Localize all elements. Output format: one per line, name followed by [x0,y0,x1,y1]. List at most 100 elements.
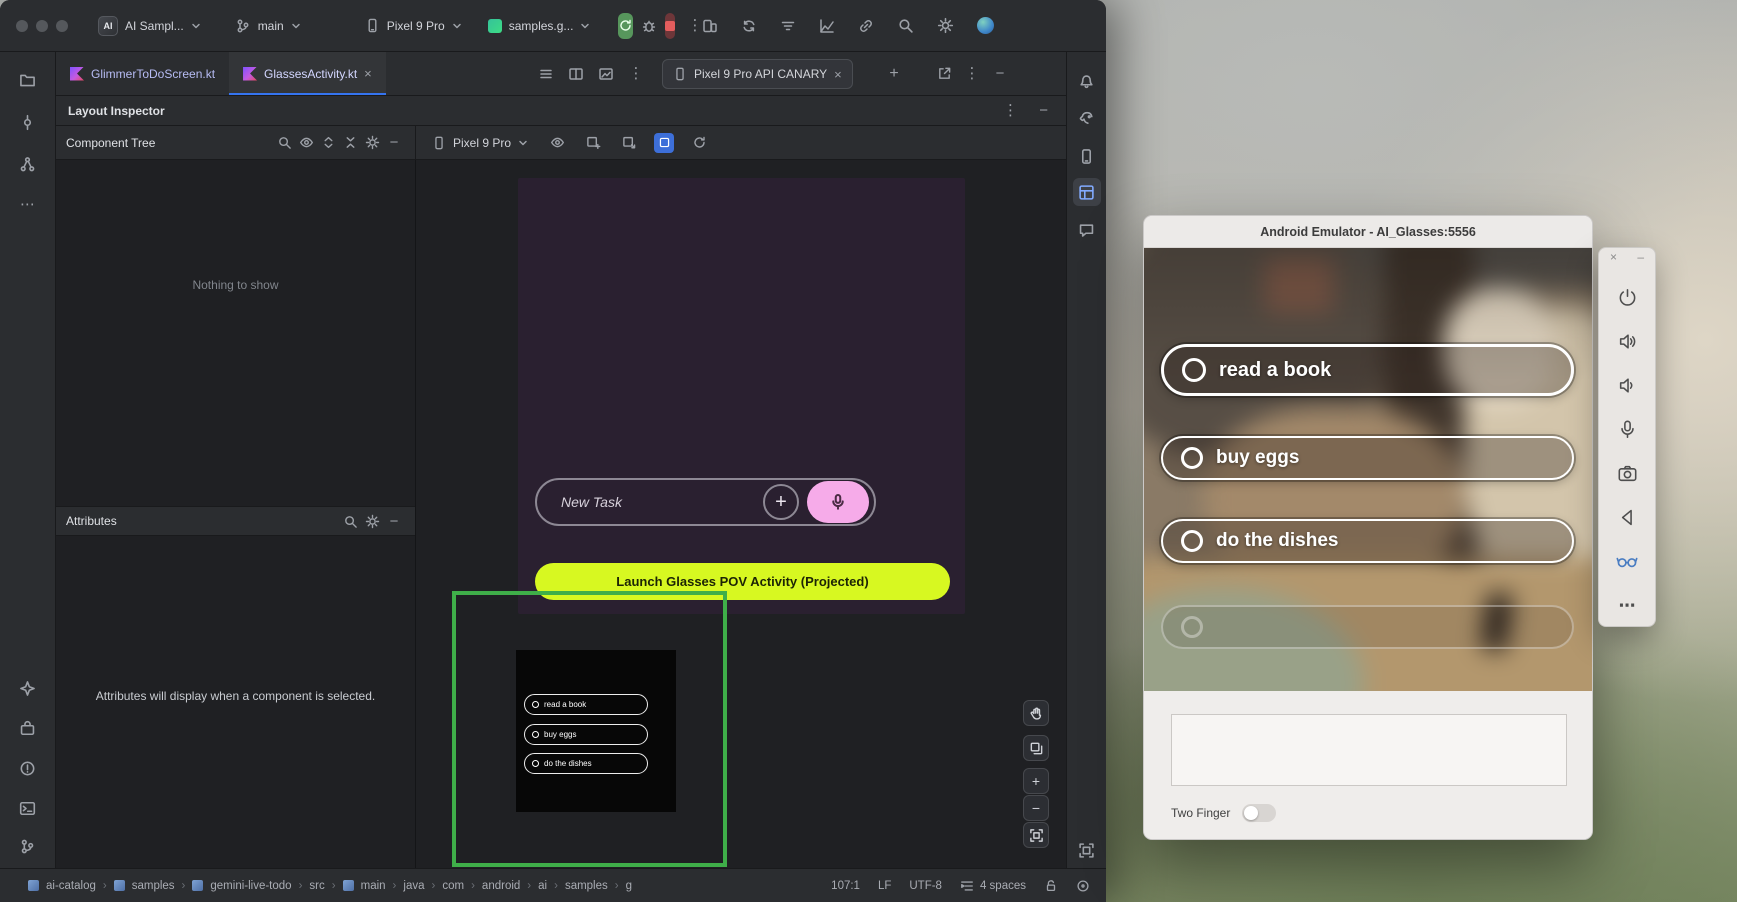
tab-glassesactivity[interactable]: GlassesActivity.kt × [229,52,386,95]
sidebar-item-commit[interactable] [14,108,42,136]
volume-up-button[interactable] [1614,328,1640,354]
profiler-icon[interactable] [819,18,835,34]
project-widget[interactable]: AI AI Sampl... [92,12,207,40]
search-icon[interactable] [897,17,914,34]
expand-all-button[interactable] [317,132,339,154]
attributes-hide-button[interactable]: − [383,510,405,532]
breadcrumb-item[interactable]: java [403,880,424,892]
traffic-light-close[interactable] [16,20,28,32]
radio-icon[interactable] [1181,530,1203,552]
microphone-button[interactable] [1614,416,1640,442]
running-devices-tab[interactable]: Pixel 9 Pro API CANARY × [662,59,853,89]
device-selector-widget[interactable]: Pixel 9 Pro [359,14,468,37]
breadcrumb-item[interactable]: samples [565,880,608,892]
task-item[interactable]: do the dishes [1161,519,1574,563]
inspection-status-icon[interactable] [1076,879,1090,893]
breadcrumb-item[interactable]: ai-catalog [46,880,96,892]
file-encoding[interactable]: UTF-8 [909,880,942,892]
indent-widget[interactable]: 4 spaces [960,879,1026,893]
view-options-button[interactable] [546,132,568,154]
refresh-button[interactable] [688,132,710,154]
volume-down-button[interactable] [1614,372,1640,398]
breadcrumb-item[interactable]: gemini-live-todo [210,880,291,892]
camera-button[interactable] [1614,460,1640,486]
tree-hide-button[interactable]: − [383,132,405,154]
sidebar-item-more[interactable]: ⋯ [14,190,42,218]
sidebar-item-notifications[interactable] [1073,66,1101,94]
breadcrumb-item[interactable]: android [482,880,520,892]
open-in-window-button[interactable] [932,52,956,95]
breadcrumb-item[interactable]: ai [538,880,547,892]
back-button[interactable] [1614,504,1640,530]
voice-input-button[interactable] [807,481,869,523]
snapshot-export-button[interactable] [618,132,640,154]
breadcrumb-item[interactable]: src [309,880,324,892]
zoom-out-button[interactable]: − [1023,795,1049,821]
unlock-icon[interactable] [1044,879,1058,893]
component-tree-panel[interactable]: Nothing to show [56,160,415,506]
emulator-title-bar[interactable]: Android Emulator - AI_Glasses:5556 [1144,216,1592,248]
rerun-button[interactable] [618,13,633,39]
sidebar-item-gradle[interactable] [1073,104,1101,132]
breadcrumb-item[interactable]: com [442,880,464,892]
sidebar-item-build[interactable] [14,714,42,742]
sidebar-item-layout-inspector[interactable] [1073,178,1101,206]
caret-position[interactable]: 107:1 [831,880,860,892]
close-icon[interactable]: × [834,68,842,81]
snapshot-add-button[interactable] [582,132,604,154]
task-item-selected[interactable]: read a book [1161,344,1574,396]
tree-search-button[interactable] [273,132,295,154]
sidebar-item-git[interactable] [14,832,42,860]
traffic-light-minimize[interactable] [36,20,48,32]
sidebar-item-zoom-window[interactable] [1073,836,1101,864]
split-view-button[interactable] [564,52,588,95]
filter-list-icon[interactable] [780,18,796,34]
power-button[interactable] [1614,284,1640,310]
hide-panel-button[interactable]: − [988,52,1012,95]
zoom-fit-button[interactable] [1023,822,1049,848]
more-options-button[interactable]: ⋯ [1614,592,1640,618]
radio-icon[interactable] [1182,358,1206,382]
sidebar-item-gemini[interactable] [14,674,42,702]
run-configuration-widget[interactable]: samples.g... [482,15,597,37]
new-task-input[interactable]: New Task + [535,478,876,526]
stop-button[interactable] [665,13,675,39]
pan-mode-button[interactable] [1023,700,1049,726]
breadcrumb-item[interactable]: samples [132,880,175,892]
panel-more-button[interactable]: ⋮ [960,52,984,95]
collapse-all-button[interactable] [339,132,361,154]
attributes-settings-button[interactable] [361,510,383,532]
add-device-button[interactable]: + [882,52,906,95]
profile-globe-icon[interactable] [977,17,994,34]
glasses-button[interactable] [1614,548,1640,574]
emulator-screen[interactable]: read a book buy eggs do the dishes [1144,248,1592,691]
add-task-button[interactable]: + [763,484,799,520]
panel-options-button[interactable]: ⋮ [1003,103,1018,118]
breadcrumb-item[interactable]: main [361,880,386,892]
toolbar-close-button[interactable]: × [1610,251,1617,263]
close-icon[interactable]: × [364,67,372,80]
panel-minimize-button[interactable]: − [1039,103,1048,118]
code-view-button[interactable] [534,52,558,95]
radio-icon[interactable] [1181,447,1203,469]
pair-devices-icon[interactable] [702,18,718,34]
device-render-pane[interactable]: New Task + Launch Glasses POV Activity (… [416,160,1066,868]
sidebar-item-terminal[interactable] [14,794,42,822]
toolbar-minimize-button[interactable]: – [1637,251,1644,263]
tree-settings-button[interactable] [361,132,383,154]
vcs-branch-widget[interactable]: main [229,14,307,38]
run-more-icon[interactable]: ⋮ [687,18,702,33]
device-screenshot-phone[interactable]: New Task + Launch Glasses POV Activity (… [518,178,965,614]
traffic-light-zoom[interactable] [56,20,68,32]
editor-more-icon[interactable]: ⋮ [624,52,648,95]
two-finger-toggle[interactable] [1242,804,1276,822]
sidebar-item-problems[interactable] [14,754,42,782]
tree-filter-button[interactable] [295,132,317,154]
breadcrumb-item[interactable]: g [626,880,632,892]
zoom-in-button[interactable]: + [1023,768,1049,794]
task-item[interactable]: buy eggs [1161,436,1574,480]
touch-input-area[interactable] [1171,714,1567,786]
sidebar-item-structure[interactable] [14,150,42,178]
debug-button[interactable] [641,13,657,39]
sidebar-item-project[interactable] [14,66,42,94]
